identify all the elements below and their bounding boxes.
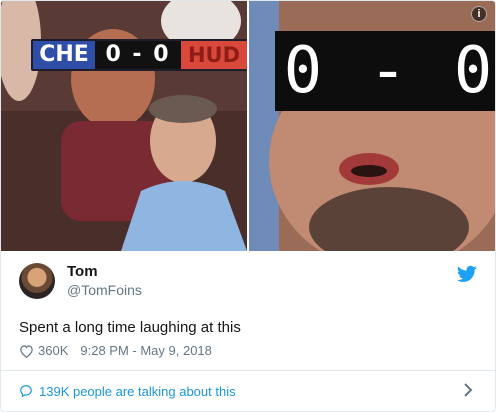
tweet-media[interactable]: CHE 0 - 0 HUD 0 - 0 i (1, 1, 495, 251)
tweet-timestamp[interactable]: 9:28 PM - May 9, 2018 (80, 343, 212, 358)
twitter-bird-icon[interactable] (457, 265, 477, 283)
conversation-text[interactable]: 139K people are talking about this (39, 384, 236, 399)
speech-bubble-icon (20, 385, 32, 398)
info-icon[interactable]: i (471, 6, 487, 22)
avatar[interactable] (19, 263, 55, 299)
tweet-text: Spent a long time laughing at this (19, 319, 241, 336)
scoreboard-left: CHE 0 - 0 HUD (31, 39, 247, 71)
scoreboard-zoomed: 0 - 0 (275, 31, 495, 111)
heart-icon[interactable] (19, 344, 34, 358)
author-name[interactable]: Tom (67, 263, 142, 281)
photo-left[interactable]: CHE 0 - 0 HUD (1, 1, 247, 251)
photo-right[interactable]: 0 - 0 i (249, 1, 495, 251)
conversation-link[interactable]: 139K people are talking about this (1, 371, 495, 411)
away-team-label: HUD (181, 41, 247, 69)
tweet-meta: 360K 9:28 PM - May 9, 2018 (19, 343, 212, 358)
tweet-author[interactable]: Tom @TomFoins (19, 263, 142, 299)
chevron-right-icon[interactable] (463, 383, 473, 397)
embedded-tweet-card: CHE 0 - 0 HUD 0 - 0 i Tom @TomFoins Spen… (0, 0, 496, 412)
author-handle[interactable]: @TomFoins (67, 281, 142, 299)
score-label: 0 - 0 (95, 41, 181, 69)
like-count[interactable]: 360K (38, 343, 68, 358)
home-team-label: CHE (33, 41, 95, 69)
